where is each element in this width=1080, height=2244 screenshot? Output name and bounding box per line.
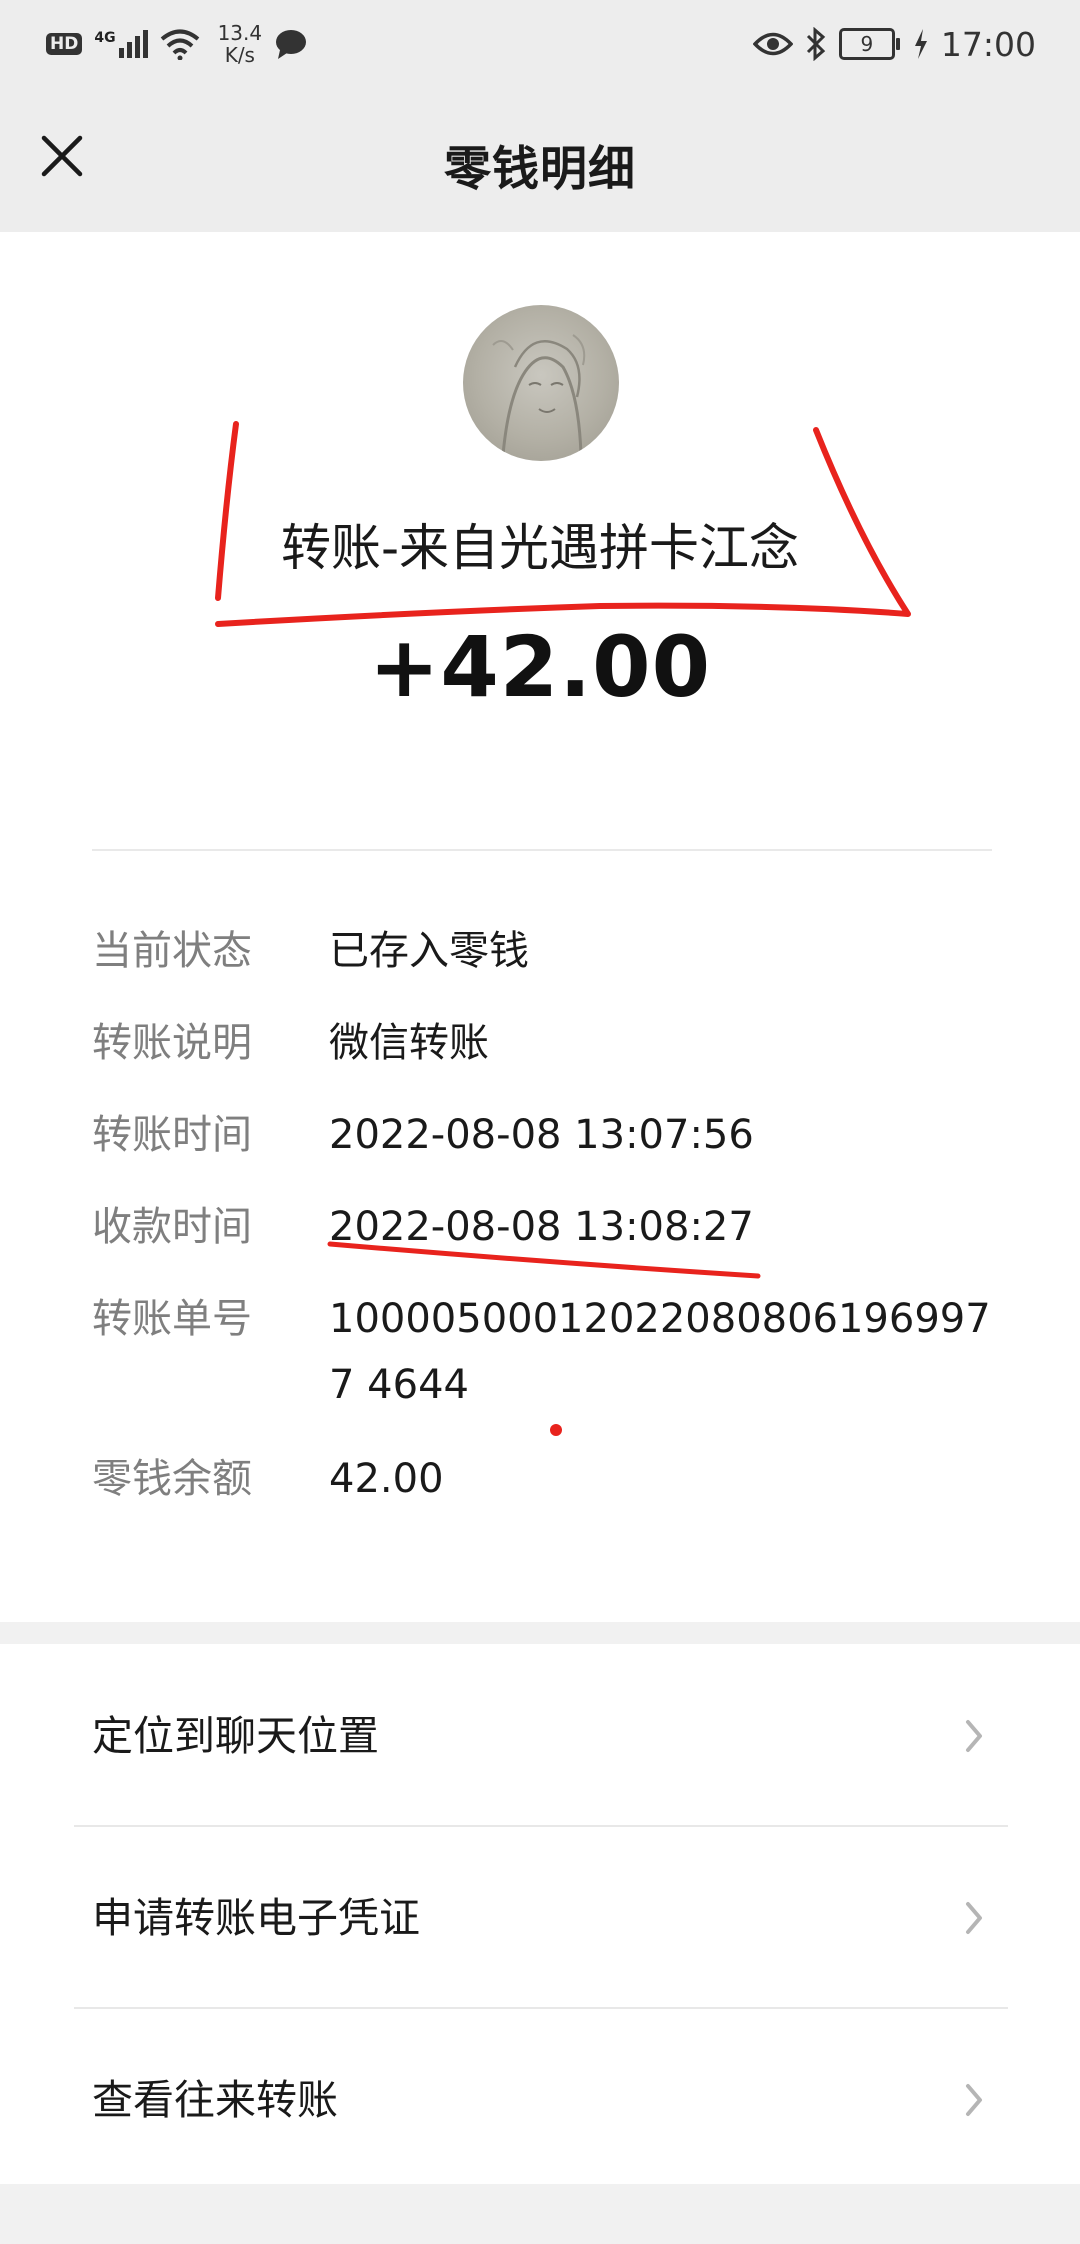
detail-label: 零钱余额 (92, 1456, 252, 1502)
status-right: 9 17:00 (752, 20, 1036, 68)
detail-row-balance: 零钱余额 42.00 (92, 1446, 992, 1516)
detail-label: 转账单号 (92, 1296, 252, 1342)
battery-level: 9 (860, 32, 874, 56)
chevron-right-icon (966, 2084, 982, 2116)
request-voucher-item[interactable]: 申请转账电子凭证 (0, 1826, 1080, 2006)
detail-label: 转账说明 (92, 1020, 252, 1066)
detail-row-receive-time: 收款时间 2022-08-08 13:08:27 (92, 1194, 992, 1264)
detail-row-transfer-time: 转账时间 2022-08-08 13:07:56 (92, 1102, 992, 1172)
locate-chat-item[interactable]: 定位到聊天位置 (0, 1644, 1080, 1824)
detail-row-note: 转账说明 微信转账 (92, 1010, 992, 1080)
detail-value: 已存入零钱 (329, 928, 529, 974)
detail-row-status: 当前状态 已存入零钱 (92, 918, 992, 988)
view-transfers-item[interactable]: 查看往来转账 (0, 2008, 1080, 2188)
detail-value: 微信转账 (329, 1020, 489, 1066)
detail-value: 42.00 (329, 1456, 444, 1502)
list-item-label: 查看往来转账 (92, 2076, 338, 2124)
nav-bar: 零钱明细 (0, 86, 1080, 232)
detail-label: 收款时间 (92, 1204, 252, 1250)
transfer-amount: +42.00 (368, 618, 712, 716)
charging-icon (914, 29, 927, 59)
status-left: HD 4G 13.4 K/s (46, 22, 308, 66)
bluetooth-icon (806, 27, 826, 61)
battery-icon: 9 (838, 28, 900, 60)
list-item-label: 申请转账电子凭证 (92, 1894, 420, 1942)
clock: 17:00 (940, 24, 1036, 64)
avatar[interactable] (463, 305, 619, 461)
list-item-label: 定位到聊天位置 (92, 1712, 379, 1760)
speed-value: 13.4 (217, 21, 263, 45)
signal-icon: 4G (94, 30, 148, 58)
detail-label: 转账时间 (92, 1112, 252, 1158)
chevron-right-icon (966, 1902, 982, 1934)
wifi-icon (160, 29, 199, 60)
transfer-source-label: 转账-来自光遇拼卡江念 (280, 519, 800, 577)
action-list: 定位到聊天位置 申请转账电子凭证 查看往来转账 (0, 1644, 1080, 2184)
page-title: 零钱明细 (444, 142, 636, 197)
status-bar: HD 4G 13.4 K/s 9 17:00 (0, 0, 1080, 86)
eye-icon (752, 32, 793, 56)
transfer-detail-card: 转账-来自光遇拼卡江念 +42.00 当前状态 已存入零钱 转账说明 微信转账 … (0, 232, 1080, 1622)
detail-value: 2022-08-08 13:08:27 (329, 1204, 754, 1250)
message-icon (276, 30, 307, 59)
speed-unit: K/s (224, 43, 255, 67)
avatar-sketch (492, 334, 586, 456)
divider (92, 849, 992, 851)
detail-value: 2022-08-08 13:07:56 (329, 1112, 754, 1158)
chevron-right-icon (966, 1720, 982, 1752)
detail-label: 当前状态 (92, 928, 252, 974)
detail-row-transfer-id: 转账单号 100005000120220808061969977 4644 (92, 1286, 992, 1426)
network-type: 4G (94, 30, 116, 46)
hd-badge: HD (46, 33, 83, 55)
detail-value[interactable]: 100005000120220808061969977 4644 (329, 1286, 1009, 1418)
network-speed: 13.4 K/s (218, 22, 263, 66)
